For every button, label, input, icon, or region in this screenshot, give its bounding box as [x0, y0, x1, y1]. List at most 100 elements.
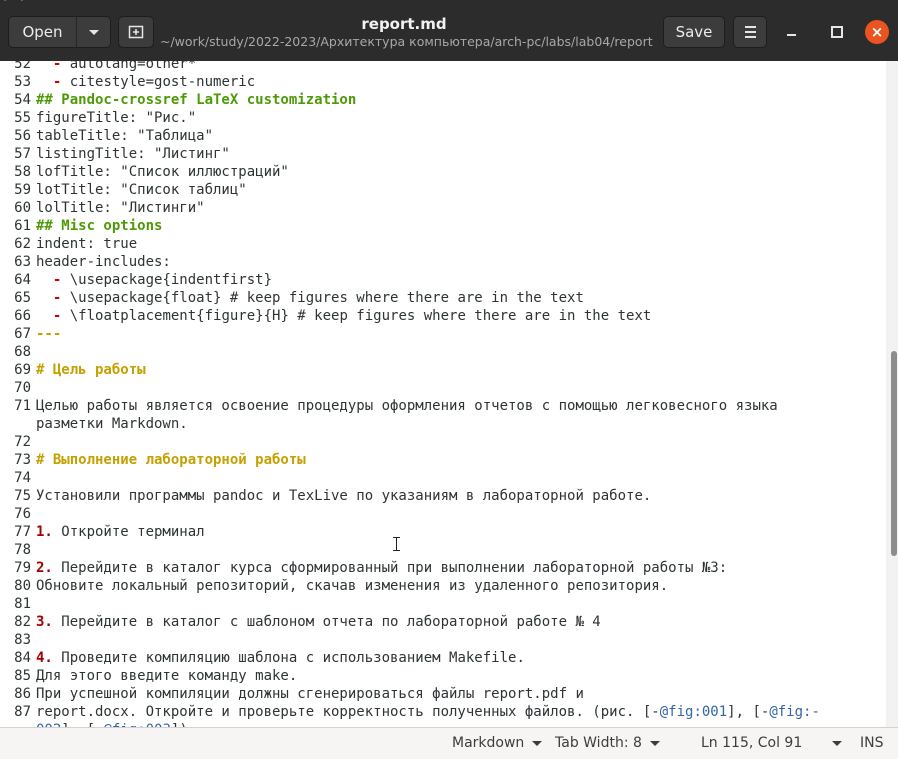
editor-line[interactable]: 59 lotTitle: "Список таблиц": [0, 181, 820, 199]
text-token: @fig:001: [659, 704, 728, 720]
editor-line[interactable]: 80 Обновите локальный репозиторий, скачав…: [0, 577, 820, 595]
text-token: ], [-: [727, 704, 770, 720]
line-number: 54: [14, 92, 31, 108]
open-dropdown-button[interactable]: [76, 16, 111, 48]
editor-line[interactable]: разметки Markdown.: [0, 415, 820, 433]
editor-line[interactable]: 85 Для этого введите команду make.: [0, 667, 820, 685]
new-tab-button[interactable]: [118, 16, 154, 48]
window-corner-icon: [4, 0, 23, 10]
text-editor[interactable]: 52 - autolang=other* 53 - citestyle=gost-…: [0, 61, 886, 727]
editor-line[interactable]: 87 report.docx. Откройте и проверьте корр…: [0, 703, 820, 721]
editor-line[interactable]: 75 Установили программы pandoc и TexLive …: [0, 487, 820, 505]
editor-line[interactable]: 70: [0, 379, 820, 397]
main-menu-button[interactable]: [733, 16, 767, 48]
line-text: [31, 595, 36, 613]
line-text: header-includes:: [31, 253, 171, 271]
editor-line[interactable]: 54 ## Pandoc-crossref LaTeX customization: [0, 91, 820, 109]
line-number: 68: [14, 344, 31, 360]
editor-line[interactable]: 83: [0, 631, 820, 649]
editor-line[interactable]: 65 - \usepackage{float} # keep figures w…: [0, 289, 820, 307]
close-button[interactable]: ×: [865, 20, 889, 44]
vertical-scrollbar[interactable]: [886, 61, 898, 727]
line-number: 58: [14, 164, 31, 180]
editor-line[interactable]: 76: [0, 505, 820, 523]
editor-line[interactable]: 68: [0, 343, 820, 361]
text-token: # Цель работы: [36, 362, 146, 378]
line-number: 60: [14, 200, 31, 216]
save-button[interactable]: Save: [663, 16, 725, 48]
editor-line[interactable]: 72: [0, 433, 820, 451]
language-selector[interactable]: Markdown: [452, 735, 543, 751]
tab-width-label: Tab Width: 8: [555, 735, 642, 751]
editor-line[interactable]: 77 1. Откройте терминал: [0, 523, 820, 541]
line-number: 81: [14, 596, 31, 612]
editor-line[interactable]: 69 # Цель работы: [0, 361, 820, 379]
line-text: [31, 379, 36, 397]
editor-line[interactable]: 67 ---: [0, 325, 820, 343]
editor-line[interactable]: 73 # Выполнение лабораторной работы: [0, 451, 820, 469]
insert-mode-label: INS: [860, 735, 884, 751]
open-button[interactable]: Open: [8, 16, 77, 48]
line-text: 1. Откройте терминал: [31, 523, 205, 541]
editor-line[interactable]: 56 tableTitle: "Таблица": [0, 127, 820, 145]
tab-width-selector[interactable]: Tab Width: 8: [555, 735, 660, 751]
line-number: 55: [14, 110, 31, 126]
text-token: header-includes:: [36, 254, 171, 270]
line-text: lofTitle: "Список иллюстраций": [31, 163, 289, 181]
editor-line[interactable]: 62 indent: true: [0, 235, 820, 253]
editor-line[interactable]: 66 - \floatplacement{figure}{H} # keep f…: [0, 307, 820, 325]
code-view[interactable]: 52 - autolang=other* 53 - citestyle=gost-…: [0, 61, 820, 727]
line-number: 63: [14, 254, 31, 270]
text-token: tableTitle: "Таблица": [36, 128, 214, 144]
editor-line[interactable]: 63 header-includes:: [0, 253, 820, 271]
editor-line[interactable]: 78: [0, 541, 820, 559]
text-token: \usepackage{float} # keep figures where …: [61, 290, 584, 306]
scrollbar-thumb[interactable]: [891, 351, 897, 556]
text-token: Откройте терминал: [52, 524, 205, 540]
editor-line[interactable]: 79 2. Перейдите в каталог курса сформиров…: [0, 559, 820, 577]
line-number: 86: [14, 686, 31, 702]
text-token: Обновите локальный репозиторий, скачав и…: [36, 578, 669, 594]
text-token: Целью работы является освоение процедуры…: [36, 398, 778, 414]
editor-line[interactable]: 84 4. Проведите компиляцию шаблона с испо…: [0, 649, 820, 667]
editor-line[interactable]: 71 Целью работы является освоение процеду…: [0, 397, 820, 415]
line-number: 76: [14, 506, 31, 522]
editor-line[interactable]: 53 - citestyle=gost-numeric: [0, 73, 820, 91]
editor-line[interactable]: 55 figureTitle: "Рис.": [0, 109, 820, 127]
line-number: 87: [14, 704, 31, 720]
save-button-label: Save: [675, 23, 713, 41]
line-number: 64: [14, 272, 31, 288]
line-text: lolTitle: "Листинги": [31, 199, 205, 217]
line-number: 69: [14, 362, 31, 378]
editor-line[interactable]: 60 lolTitle: "Листинги": [0, 199, 820, 217]
text-token: listingTitle: "Листинг": [36, 146, 230, 162]
text-token: lolTitle: "Листинги": [36, 200, 205, 216]
editor-line[interactable]: 64 - \usepackage{indentfirst}: [0, 271, 820, 289]
editor-line[interactable]: 82 3. Перейдите в каталог с шаблоном отче…: [0, 613, 820, 631]
editor-line[interactable]: 74: [0, 469, 820, 487]
editor-line[interactable]: 58 lofTitle: "Список иллюстраций": [0, 163, 820, 181]
line-text: - \floatplacement{figure}{H} # keep figu…: [31, 307, 651, 325]
cursor-position-selector[interactable]: Ln 115, Col 91: [701, 735, 843, 751]
editor-line[interactable]: 52 - autolang=other*: [0, 61, 820, 73]
text-token: lofTitle: "Список иллюстраций": [36, 164, 289, 180]
hamburger-line: [744, 36, 756, 38]
document-path: ~/work/study/2022-2023/Архитектура компь…: [160, 34, 653, 49]
text-token: # Выполнение лабораторной работы: [36, 452, 306, 468]
editor-line[interactable]: 57 listingTitle: "Листинг": [0, 145, 820, 163]
language-label: Markdown: [452, 735, 525, 751]
minimize-button[interactable]: [781, 22, 801, 42]
editor-line[interactable]: 81: [0, 595, 820, 613]
document-title: report.md: [361, 15, 447, 33]
maximize-button[interactable]: [827, 22, 847, 42]
line-text: figureTitle: "Рис.": [31, 109, 196, 127]
editor-line[interactable]: 86 При успешной компиляции должны сгенери…: [0, 685, 820, 703]
text-token: autolang=other*: [61, 61, 197, 72]
insert-mode-indicator[interactable]: INS: [860, 735, 884, 751]
line-text: При успешной компиляции должны сгенериро…: [31, 685, 584, 703]
editor-line[interactable]: 61 ## Misc options: [0, 217, 820, 235]
line-text: [31, 631, 36, 649]
